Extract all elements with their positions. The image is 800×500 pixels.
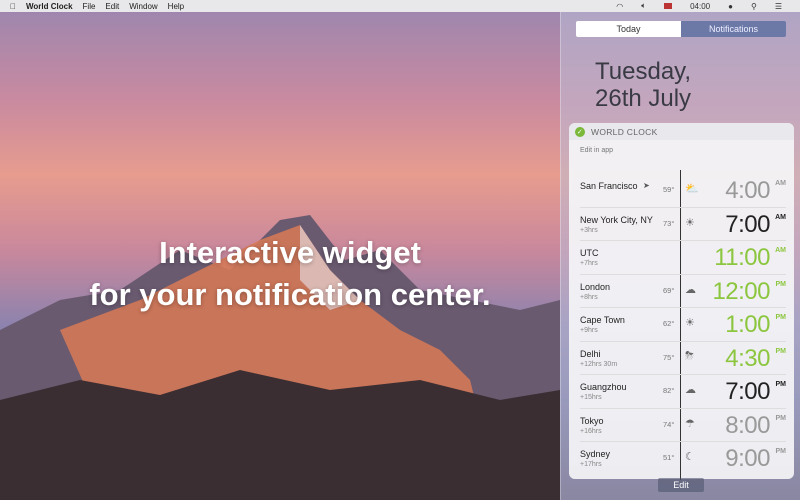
temperature: 69° [663, 285, 675, 295]
user-icon[interactable]: ● [728, 2, 733, 11]
flag-icon[interactable] [664, 3, 673, 9]
menu-bar:  World Clock File Edit Window Help ◠ 🔈︎… [0, 0, 800, 12]
clock-time: 12:00 [712, 277, 770, 305]
edit-button[interactable]: Edit [658, 478, 704, 492]
city-name: San Francisco [580, 181, 638, 191]
weather-icon: ☁ [685, 283, 696, 296]
weather-icon: ☂ [685, 417, 695, 430]
time-offset: +17hrs [580, 461, 602, 468]
headline-line-2: for your notification center. [89, 277, 491, 312]
clock-row[interactable]: Sydney +17hrs 51° ☾ 9:00 PM [580, 442, 786, 476]
menu-file[interactable]: File [83, 2, 96, 11]
temperature: 51° [663, 453, 675, 462]
weather-icon: ⛅ [685, 183, 699, 195]
clock-list: San Francisco ➤ 59° ⛅ 4:00 AM New York Cit… [569, 170, 794, 480]
am-pm: PM [775, 414, 787, 422]
am-pm: AM [775, 213, 786, 221]
apple-menu-icon[interactable]:  [10, 2, 16, 11]
city-name: Cape Town [580, 315, 625, 325]
date-heading: Tuesday, 26th July [595, 58, 691, 112]
menubar-clock[interactable]: 04:00 [690, 2, 710, 11]
day-month: 26th July [595, 85, 692, 112]
weekday: Tuesday, [595, 58, 692, 85]
clock-row[interactable]: Delhi +12hrs 30m 75° ⛈ 4:30 PM [580, 342, 787, 375]
clock-time: 4:30 [725, 344, 770, 372]
headline-line-1: Interactive widget [159, 235, 421, 270]
city-name: Guangzhou [580, 382, 627, 392]
clock-row[interactable]: Tokyo +16hrs 74° ☂ 8:00 PM [580, 409, 787, 442]
time-offset: +12hrs 30m [580, 360, 618, 368]
weather-icon: ☁ [685, 384, 696, 396]
weather-icon: ☾ [685, 451, 695, 463]
edit-in-app-link[interactable]: Edit in app [569, 140, 794, 174]
search-icon[interactable]: ⚲ [751, 2, 757, 11]
am-pm: AM [775, 180, 786, 187]
app-menu[interactable]: World Clock [26, 2, 73, 11]
temperature: 73° [663, 218, 675, 228]
world-clock-widget: ✓ WORLD CLOCK Edit in app San Francisco ➤… [569, 123, 794, 480]
wifi-icon[interactable]: ◠ [616, 2, 623, 11]
am-pm: AM [775, 247, 786, 254]
notification-center: Today Notifications Tuesday, 26th July ✓… [560, 12, 800, 500]
city-name: London [580, 281, 611, 292]
widget-header: ✓ WORLD CLOCK [569, 123, 794, 140]
world-clock-logo-icon: ✓ [575, 126, 585, 137]
am-pm: PM [775, 448, 787, 455]
menu-edit[interactable]: Edit [105, 2, 119, 11]
clock-time: 7:00 [725, 378, 770, 405]
clock-row[interactable]: Cape Town +9hrs 62° ☀ 1:00 PM [580, 308, 786, 342]
time-offset: +16hrs [580, 427, 602, 435]
location-arrow-icon: ➤ [643, 181, 650, 190]
weather-icon: ☀ [685, 317, 695, 329]
temperature: 62° [663, 319, 675, 328]
widget-title: WORLD CLOCK [591, 126, 658, 137]
weather-icon: ⛈ [685, 349, 694, 362]
city-name: Tokyo [580, 415, 604, 426]
tab-today[interactable]: Today [576, 21, 681, 37]
city-name: UTC [580, 248, 599, 258]
clock-time: 11:00 [714, 244, 770, 271]
time-offset: +9hrs [580, 327, 598, 334]
temperature: 74° [663, 419, 675, 429]
clock-row[interactable]: San Francisco ➤ 59° ⛅ 4:00 AM [580, 174, 786, 208]
temperature: 59° [663, 185, 675, 194]
time-offset: +15hrs [580, 394, 602, 401]
am-pm: PM [775, 280, 787, 288]
city-name: Delhi [580, 348, 601, 359]
am-pm: PM [775, 381, 787, 388]
nc-tabs: Today Notifications [576, 21, 786, 37]
headline: Interactive widget for your notification… [40, 232, 540, 316]
clock-row[interactable]: UTC +7hrs 11:00 AM [580, 241, 786, 275]
menu-window[interactable]: Window [129, 2, 157, 11]
clock-time: 4:00 [725, 177, 770, 204]
am-pm: PM [775, 347, 787, 355]
clock-time: 9:00 [725, 445, 770, 472]
time-offset: +8hrs [580, 293, 598, 301]
volume-icon[interactable]: 🔈︎ [641, 1, 646, 11]
clock-row[interactable]: New York City, NY +3hrs 73° ☀ 7:00 AM [580, 208, 786, 241]
am-pm: PM [775, 314, 787, 321]
temperature: 82° [663, 386, 675, 395]
time-offset: +7hrs [580, 260, 598, 267]
clock-row[interactable]: Guangzhou +15hrs 82° ☁ 7:00 PM [580, 375, 786, 409]
clock-time: 1:00 [725, 311, 770, 338]
city-name: Sydney [580, 449, 611, 459]
clock-time: 7:00 [725, 210, 770, 238]
weather-icon: ☀ [685, 216, 695, 229]
city-name: New York City, NY [580, 214, 653, 225]
clock-row[interactable]: London +8hrs 69° ☁ 12:00 PM [580, 275, 787, 308]
menu-help[interactable]: Help [168, 2, 184, 11]
temperature: 75° [663, 352, 675, 362]
notification-center-icon[interactable]: ☰ [775, 2, 782, 11]
clock-time: 8:00 [725, 411, 770, 439]
time-offset: +3hrs [580, 226, 598, 234]
tab-notifications[interactable]: Notifications [681, 21, 786, 37]
